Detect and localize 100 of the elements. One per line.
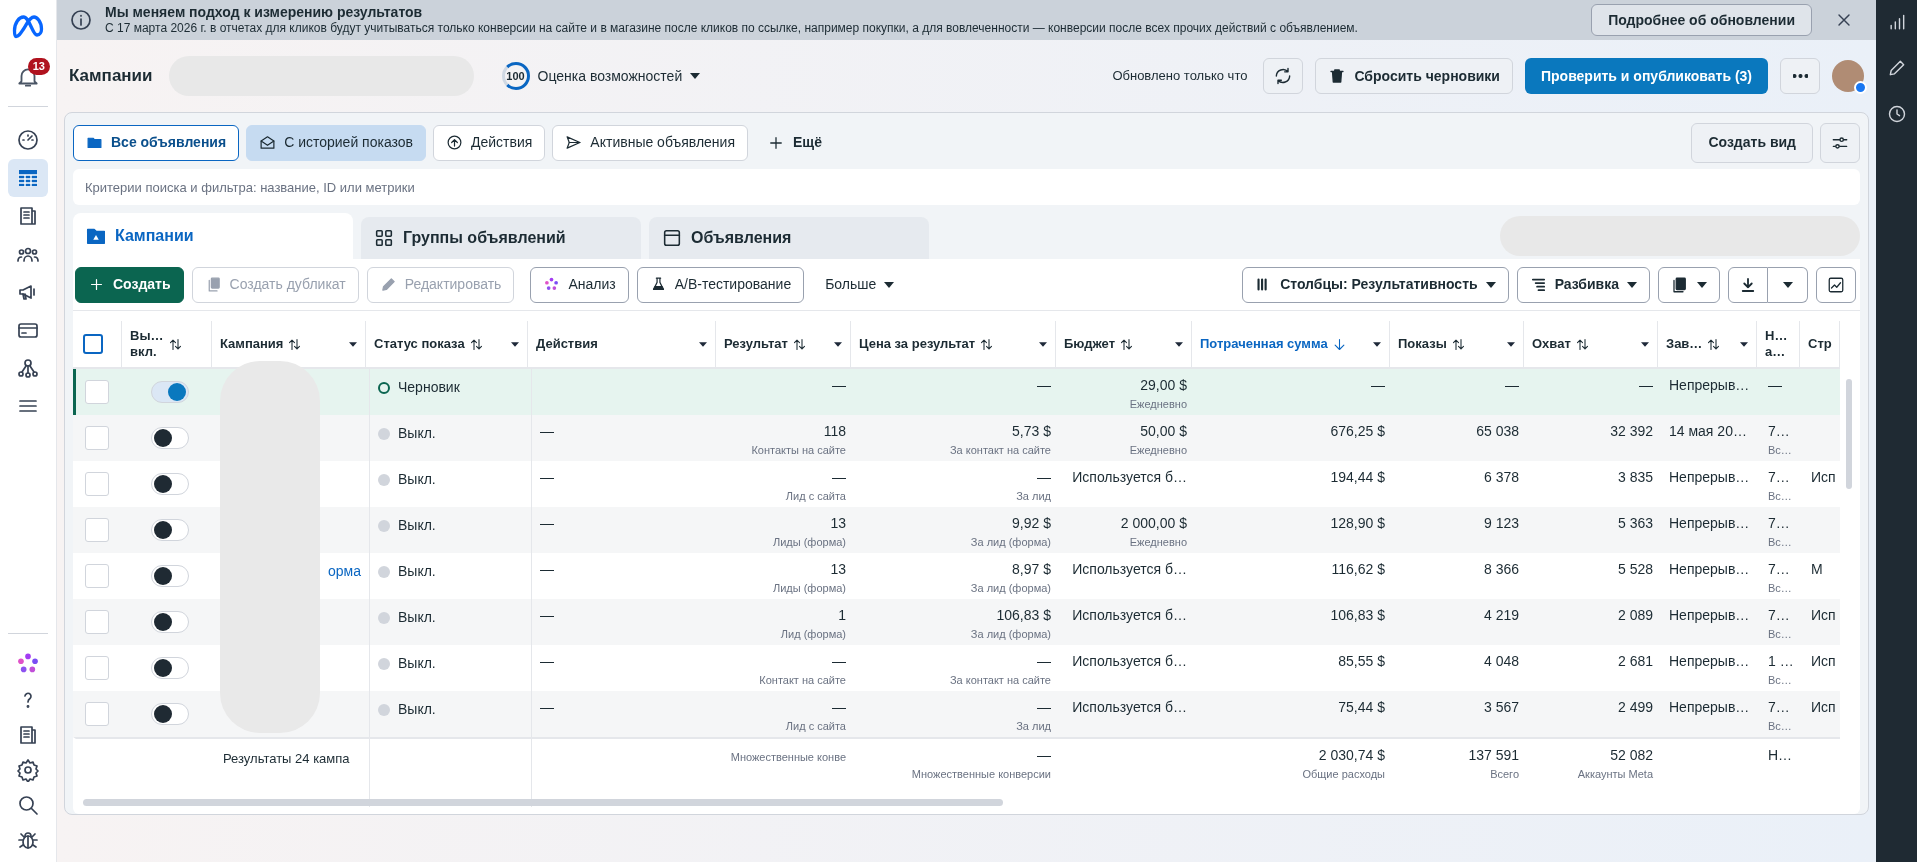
column-header[interactable]: Вы… вкл. bbox=[130, 327, 203, 361]
cell-caption: Лид с сайта bbox=[784, 719, 846, 734]
search-icon[interactable] bbox=[16, 793, 40, 817]
scrollbar[interactable] bbox=[83, 799, 1003, 806]
scrollbar[interactable] bbox=[1846, 379, 1852, 489]
charts-button[interactable] bbox=[1816, 266, 1856, 303]
reports-button[interactable] bbox=[1658, 266, 1720, 303]
clock-icon[interactable] bbox=[1886, 104, 1907, 124]
table-cell-text: — bbox=[540, 699, 555, 716]
table-row[interactable]: Выкл. — — Лид с сайта — За лид Используется б… 75,44 $ 3 567 2 499 Непрерыв… 7… Вс… Исп bbox=[73, 691, 1840, 737]
cell-caption: Контакт на сайте bbox=[758, 673, 846, 688]
avatar[interactable] bbox=[1832, 60, 1864, 92]
table-cell-text: — bbox=[540, 653, 555, 670]
page-title: Кампании bbox=[69, 65, 153, 88]
table-cell-text: 32 392 bbox=[1609, 423, 1653, 440]
cell-caption: За лид (форма) bbox=[969, 535, 1051, 550]
cell-caption: Лид (форма) bbox=[779, 627, 846, 642]
view-tab[interactable]: Все объявления bbox=[73, 124, 240, 161]
view-tab[interactable]: С историей показов bbox=[246, 124, 426, 161]
toggle-switch[interactable] bbox=[151, 611, 189, 633]
table-row[interactable]: Черновик — — 29,00 $ Ежедневно — — — Непрерыв… — bbox=[73, 369, 1840, 415]
column-header[interactable]: Действия bbox=[536, 335, 707, 353]
column-header[interactable]: Зав… bbox=[1666, 335, 1748, 353]
row-checkbox[interactable] bbox=[85, 472, 109, 496]
table-row[interactable]: Выкл. — 1 Лид (форма) 106,83 $ За лид (форма) Используется б… 106,83 $ 4 219 2 089 Непрерыв… 7… Вс… Исп bbox=[73, 599, 1840, 645]
table-row[interactable]: Выкл. — 118 Контакты на сайте 5,73 $ За контакт на сайте 50,00 $ Ежедневно 676,25 $ 65 038 32 392 14 мая 20… 7… Вс… bbox=[73, 415, 1840, 461]
table-cell-text: 7… bbox=[1768, 607, 1791, 624]
table-cell-text: М bbox=[1811, 561, 1824, 578]
opportunity-score-dropdown[interactable]: 100 Оценка возможностей bbox=[501, 62, 701, 90]
column-header[interactable]: Стр bbox=[1808, 335, 1831, 353]
more-views-button[interactable]: Ещё bbox=[755, 124, 834, 161]
status-label: Выкл. bbox=[398, 516, 436, 535]
more-button[interactable] bbox=[1780, 58, 1820, 94]
breakdown-button[interactable]: Разбивка bbox=[1516, 266, 1650, 303]
column-header[interactable]: Бюджет bbox=[1064, 335, 1183, 353]
table-row[interactable]: Выкл. — 13 Лиды (форма) 9,92 $ За лид (форма) 2 000,00 $ Ежедневно 128,90 $ 9 123 5 363 Непрерыв… 7… Вс… bbox=[73, 507, 1840, 553]
create-view-button[interactable]: Создать вид bbox=[1691, 122, 1813, 163]
view-tab[interactable]: Действия bbox=[433, 124, 546, 161]
discard-drafts-button[interactable]: Сбросить черновики bbox=[1315, 58, 1513, 94]
table-cell-text: 5 528 bbox=[1616, 561, 1653, 578]
column-header[interactable]: Н… а… bbox=[1765, 327, 1791, 361]
row-checkbox[interactable] bbox=[85, 518, 109, 542]
column-header[interactable]: Результат bbox=[724, 335, 842, 353]
column-header[interactable]: Статус показа bbox=[374, 335, 519, 353]
table-cell-text: 65 038 bbox=[1475, 423, 1519, 440]
row-checkbox[interactable] bbox=[85, 610, 109, 634]
level-tab[interactable]: Группы объявлений bbox=[361, 217, 641, 259]
status-label: Выкл. bbox=[398, 654, 436, 673]
caret-icon bbox=[1175, 341, 1183, 347]
row-checkbox[interactable] bbox=[85, 702, 109, 726]
cell-caption: Вс… bbox=[1768, 443, 1793, 458]
level-tab[interactable]: Объявления bbox=[649, 217, 929, 259]
row-checkbox[interactable] bbox=[85, 380, 109, 404]
sort-icon bbox=[791, 336, 807, 352]
results-summary: Результаты 24 кампа bbox=[223, 751, 350, 766]
toggle-switch[interactable] bbox=[151, 519, 189, 541]
caret-icon bbox=[1641, 341, 1649, 347]
toggle-switch[interactable] bbox=[151, 427, 189, 449]
toggle-switch[interactable] bbox=[151, 381, 189, 403]
cell-caption: Ежедневно bbox=[1128, 397, 1187, 412]
table-cell-text: 7… bbox=[1768, 469, 1791, 486]
table-cell: Исп bbox=[1811, 699, 1835, 716]
toggle-switch[interactable] bbox=[151, 473, 189, 495]
cell-caption: Всего bbox=[1489, 767, 1519, 782]
refresh-button[interactable] bbox=[1263, 58, 1304, 94]
cell-caption: Контакты на сайте bbox=[750, 443, 846, 458]
level-tab[interactable]: Кампании bbox=[73, 213, 353, 259]
sidebar-item[interactable] bbox=[8, 159, 48, 197]
columns-button[interactable]: Столбцы: Результативность bbox=[1242, 266, 1509, 303]
grid-icon bbox=[373, 227, 395, 249]
campaign-link[interactable]: орма bbox=[328, 563, 361, 579]
toggle-switch[interactable] bbox=[151, 657, 189, 679]
table-cell-text: — bbox=[1036, 747, 1051, 764]
search-field[interactable]: Критерии поиска и фильтра: название, ID или метрики bbox=[73, 169, 1860, 205]
column-header[interactable]: Потраченная сумма bbox=[1200, 335, 1381, 353]
cell-caption: Лиды (форма) bbox=[771, 581, 846, 596]
export-button[interactable] bbox=[1728, 266, 1768, 303]
toolbar-button[interactable]: Анализ bbox=[530, 266, 629, 303]
table-cell-text: 7… bbox=[1768, 515, 1791, 532]
view-settings-button[interactable] bbox=[1820, 122, 1860, 163]
column-header[interactable]: Цена за результат bbox=[859, 335, 1047, 353]
toolbar-button[interactable]: A/B-тестирование bbox=[636, 266, 805, 303]
column-header[interactable]: Охват bbox=[1532, 335, 1649, 353]
banner-text: С 17 марта 2026 г. в отчетах для кликов будут учитываться только конверсии на сайте и в магазине после кликов по ссылке, например покупки, а для вовлеченности — конверсии после всех прочих действий с объявлением. bbox=[105, 21, 1359, 37]
column-header[interactable]: Кампания bbox=[220, 335, 357, 353]
row-checkbox[interactable] bbox=[85, 426, 109, 450]
row-checkbox[interactable] bbox=[85, 564, 109, 588]
settings-icon[interactable] bbox=[16, 758, 40, 782]
row-checkbox[interactable] bbox=[85, 656, 109, 680]
column-header[interactable]: Показы bbox=[1398, 335, 1515, 353]
sort-icon bbox=[979, 336, 995, 352]
toolbar-button[interactable]: Создать bbox=[75, 266, 184, 303]
publish-button[interactable]: Проверить и опубликовать (3) bbox=[1524, 58, 1768, 94]
learn-more-button[interactable]: Подробнее об обновлении bbox=[1591, 4, 1812, 36]
view-tab[interactable]: Активные объявления bbox=[552, 124, 748, 161]
toggle-switch[interactable] bbox=[151, 703, 189, 725]
table-cell-text: Непрерыв… bbox=[1669, 561, 1751, 578]
select-all-checkbox[interactable] bbox=[83, 334, 103, 354]
envelope-icon bbox=[259, 134, 277, 151]
toggle-switch[interactable] bbox=[151, 565, 189, 587]
